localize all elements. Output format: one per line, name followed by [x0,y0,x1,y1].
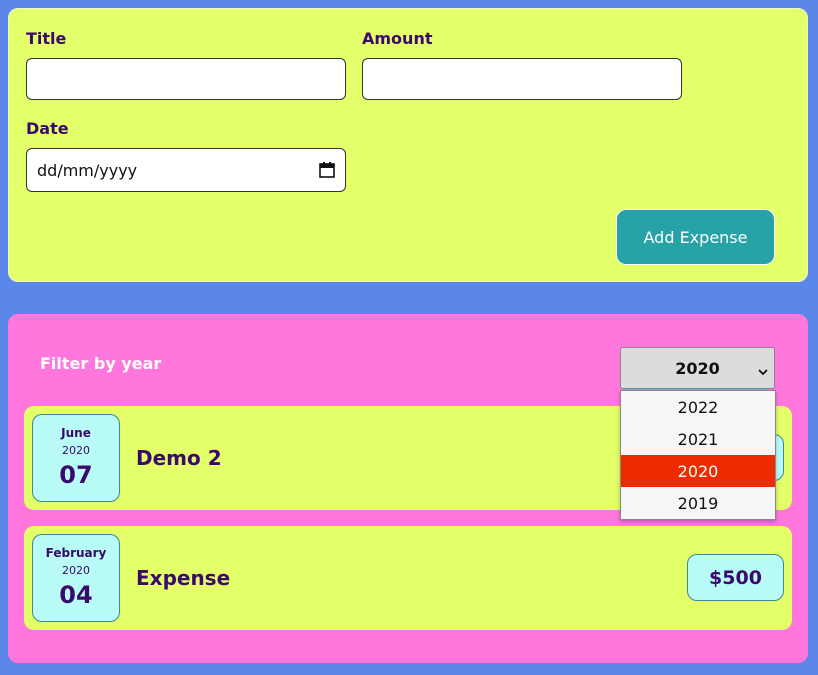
date-label: Date [26,119,69,138]
title-label: Title [26,29,67,48]
calendar-icon[interactable] [319,162,335,178]
year-option-2019[interactable]: 2019 [621,487,775,519]
year-option-2020[interactable]: 2020 [621,455,775,487]
year-option-2021[interactable]: 2021 [621,423,775,455]
expense-title: Expense [136,566,231,590]
add-expense-button[interactable]: Add Expense [616,209,775,265]
expense-date-day: 04 [59,581,93,609]
expense-title: Demo 2 [136,446,222,470]
expense-date-day: 07 [59,461,93,489]
filter-label: Filter by year [40,354,162,373]
expense-date-year: 2020 [62,444,90,457]
chevron-down-icon [758,362,768,381]
year-select[interactable]: 2020 [620,347,775,389]
expense-date-year: 2020 [62,564,90,577]
date-input[interactable]: dd/mm/yyyy [26,148,346,192]
expense-date-month: February [45,546,107,560]
new-expense-form: Title Amount Date dd/mm/yyyy Add Expense [8,8,808,282]
expense-amount: $500 [687,554,784,601]
year-select-value: 2020 [675,358,720,378]
expense-item[interactable]: February 2020 04 Expense $500 [24,526,792,630]
amount-input[interactable] [362,58,682,100]
expense-date-month: June [61,426,91,440]
expense-date: June 2020 07 [32,414,120,502]
amount-label: Amount [362,29,433,48]
year-option-2022[interactable]: 2022 [621,391,775,423]
year-dropdown: 2022 2021 2020 2019 [620,390,776,520]
title-input[interactable] [26,58,346,100]
expense-date: February 2020 04 [32,534,120,622]
date-placeholder: dd/mm/yyyy [37,160,138,180]
